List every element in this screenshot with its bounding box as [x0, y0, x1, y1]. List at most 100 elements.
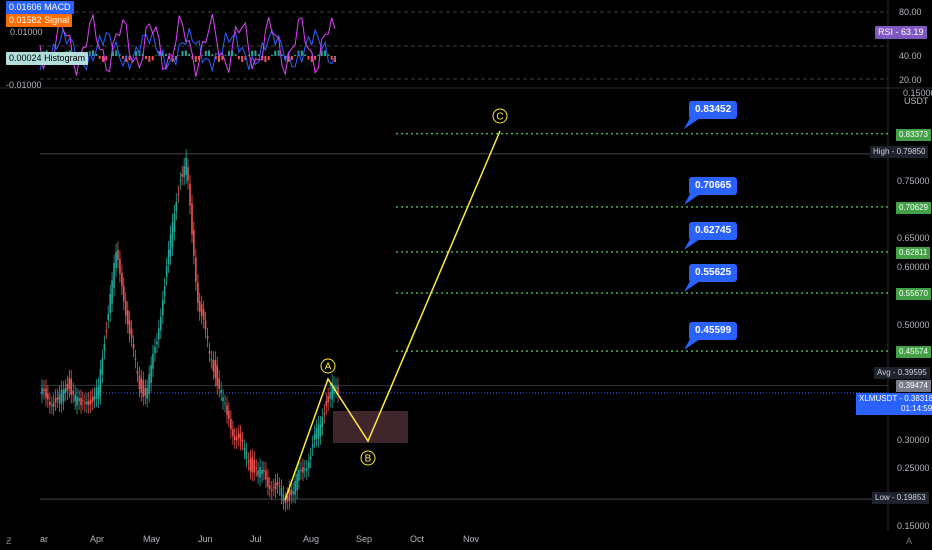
candle-body [228, 410, 230, 419]
candle-body [206, 336, 209, 339]
candle-body [233, 436, 236, 440]
high-tag: High - 0.79850 [870, 146, 929, 158]
candle-body [113, 263, 115, 288]
candle-body [158, 328, 160, 340]
candle-body [70, 378, 72, 395]
candle-body [111, 280, 113, 304]
target-price-tag: 0.45574 [896, 346, 931, 359]
candle-body [237, 433, 240, 438]
candle-body [142, 380, 145, 398]
candle-body [162, 299, 164, 316]
macd-legend: 0.01606 MACD [6, 1, 74, 14]
candle-body [124, 300, 127, 316]
candle-body [239, 433, 242, 442]
candle-body [290, 489, 293, 496]
chart-canvas[interactable]: A B C [0, 0, 932, 550]
candle-body [54, 397, 57, 403]
candle-body [93, 395, 96, 400]
price-callout: 0.45599 [689, 322, 738, 340]
candle-body [62, 389, 65, 402]
candle-body [263, 469, 265, 472]
candle-body [308, 462, 310, 469]
candle-body [224, 403, 226, 405]
candle-body [66, 384, 69, 392]
candle-body [60, 389, 63, 405]
candle-body [249, 458, 252, 471]
candle-body [265, 470, 267, 480]
candle-body [154, 346, 156, 354]
candle-body [128, 319, 131, 335]
candle-body [130, 328, 133, 339]
candle-body [247, 461, 250, 463]
candle-body [321, 417, 324, 427]
candle-body [99, 368, 102, 396]
price-tick: 0.60000 [897, 262, 930, 273]
target-price-tag: 0.62811 [896, 246, 931, 259]
candle-body [107, 313, 110, 321]
current-symbol: XLMUSDT [859, 394, 898, 403]
candle-body [319, 424, 322, 437]
candle-body [52, 402, 55, 407]
candle-body [68, 378, 71, 389]
candle-body [302, 467, 304, 473]
time-tick: Aug [303, 534, 320, 544]
rsi-value: 63.19 [901, 27, 924, 37]
candle-body [282, 494, 285, 502]
candle-body [267, 477, 269, 487]
candle-body [45, 388, 47, 398]
currency-label: USDT [904, 96, 929, 106]
rsi-tick-20: 20.00 [899, 75, 922, 85]
rsi-tick-40: 40.00 [899, 51, 922, 61]
candle-body [208, 351, 211, 354]
candle-body [327, 396, 329, 403]
candle-body [235, 436, 238, 441]
candle-body [97, 386, 100, 400]
time-tick: Oct [410, 534, 425, 544]
candle-body [315, 428, 318, 439]
candle-body [109, 293, 112, 314]
candle-body [95, 387, 98, 399]
candle-body [187, 167, 189, 181]
candle-body [204, 320, 207, 330]
candle-body [82, 400, 84, 402]
candle-body [243, 447, 246, 451]
signal-name: Signal [44, 15, 70, 25]
candle-body [80, 397, 82, 406]
time-tick: Apr [90, 534, 105, 544]
candle-body [103, 344, 106, 351]
price-tick: 0.25000 [897, 463, 930, 474]
candle-body [148, 374, 150, 394]
candle-body [200, 304, 203, 316]
candle-body [47, 393, 49, 400]
candle-body [220, 390, 222, 393]
candle-body [185, 157, 187, 176]
candle-body [313, 433, 316, 440]
candle-body [173, 213, 176, 233]
candle-body [49, 401, 51, 406]
histogram-name: Histogram [44, 53, 86, 63]
candle-body [298, 470, 300, 481]
candle-body [134, 358, 137, 360]
signal-value: 0.01582 [9, 15, 42, 25]
candle-body [84, 402, 86, 404]
auto-scale-icon[interactable]: A [906, 536, 912, 546]
timezone-icon[interactable]: Ƶ [6, 536, 12, 546]
macd-tick-bottom: -0.01000 [6, 80, 42, 90]
candle-body [193, 230, 195, 256]
current-price-tag: XLMUSDT - 0.38318 01:14:59 [856, 393, 932, 415]
price-callout: 0.62745 [689, 222, 738, 240]
rsi-line [39, 13, 336, 77]
candle-body [270, 489, 273, 491]
candle-body [317, 424, 320, 439]
candle-body [117, 249, 119, 260]
price-tick: 0.15000 [897, 521, 930, 531]
candle-body [292, 491, 294, 494]
wave-label-a: A [325, 362, 332, 373]
candle-body [146, 387, 148, 399]
candle-body [121, 273, 123, 287]
candle-body [122, 285, 125, 302]
target-price-tag: 0.83373 [896, 128, 931, 141]
candle-body [78, 397, 80, 402]
wave-line [284, 130, 501, 501]
candle-body [181, 174, 183, 177]
